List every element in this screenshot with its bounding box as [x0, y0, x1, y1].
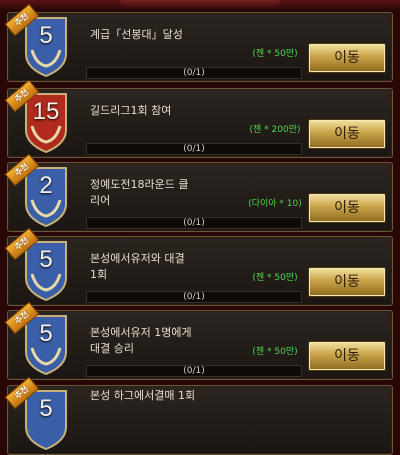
progress-text: (0/1)	[183, 68, 205, 78]
quest-row: 5 추천 계급「선봉대」달성 (젠 * 50만) (0/1) 이동	[4, 3, 393, 82]
quest-title-line-2: 리어	[90, 194, 111, 207]
quest-title: 본성에서유저 1명에게 대결 승리	[90, 325, 240, 357]
quest-row: 5 추천 본성에서유저와 대결 1회 (젠 * 50만) (0/1) 이동	[4, 227, 393, 306]
quest-title-line-1: 길드리그1회 참여	[90, 104, 172, 117]
progress-text: (0/1)	[183, 366, 205, 376]
reward-text: (젠 * 50만)	[252, 49, 298, 59]
rank-emblem: 5 추천	[4, 376, 78, 451]
quest-title: 본성에서유저와 대결 1회	[90, 251, 240, 283]
progress-bar: (0/1)	[86, 365, 302, 377]
progress-bar: (0/1)	[86, 143, 302, 155]
quest-title-line-1: 정예도전18라운드 클	[90, 178, 189, 191]
quest-title: 길드리그1회 참여	[90, 103, 240, 119]
progress-text: (0/1)	[183, 218, 205, 228]
progress-bar: (0/1)	[86, 291, 302, 303]
quest-title-line-2: 대결 승리	[90, 342, 134, 355]
quest-row: 15 추천 길드리그1회 참여 (젠 * 200만) (0/1) 이동	[4, 79, 393, 158]
quest-title: 정예도전18라운드 클 리어	[90, 177, 240, 209]
quest-list: 5 추천 계급「선봉대」달성 (젠 * 50만) (0/1) 이동 15 추천 …	[0, 0, 400, 455]
reward-text: (다이아 * 10)	[248, 199, 302, 209]
progress-bar: (0/1)	[86, 217, 302, 229]
quest-title-line-1: 본성에서유저와 대결	[90, 252, 185, 265]
move-button[interactable]: 이동	[308, 119, 386, 149]
reward-text: (젠 * 50만)	[252, 273, 298, 283]
rank-emblem: 2 추천	[4, 153, 78, 228]
move-button[interactable]: 이동	[308, 267, 386, 297]
quest-row: 2 추천 정예도전18라운드 클 리어 (다이아 * 10) (0/1) 이동	[4, 153, 393, 232]
progress-text: (0/1)	[183, 144, 205, 154]
quest-title: 본성 하그에서결매 1회	[90, 388, 240, 404]
quest-row: 5 추천 본성에서유저 1명에게 대결 승리 (젠 * 50만) (0/1) 이…	[4, 301, 393, 380]
quest-row: 5 추천 본성 하그에서결매 1회	[4, 376, 393, 455]
move-button[interactable]: 이동	[308, 43, 386, 73]
rank-emblem: 5 추천	[4, 3, 78, 78]
progress-text: (0/1)	[183, 292, 205, 302]
quest-title: 계급「선봉대」달성	[90, 27, 240, 43]
quest-title-line-2: 1회	[90, 268, 108, 281]
quest-title-line-1: 계급「선봉대」달성	[90, 28, 183, 41]
rank-emblem: 5 추천	[4, 301, 78, 376]
quest-title-line-1: 본성에서유저 1명에게	[90, 326, 192, 339]
quest-title-line-1: 본성 하그에서결매 1회	[90, 389, 196, 402]
rank-emblem: 15 추천	[4, 79, 78, 154]
progress-bar: (0/1)	[86, 67, 302, 79]
reward-text: (젠 * 50만)	[252, 347, 298, 357]
move-button[interactable]: 이동	[308, 193, 386, 223]
reward-text: (젠 * 200만)	[249, 125, 301, 135]
move-button[interactable]: 이동	[308, 341, 386, 371]
rank-emblem: 5 추천	[4, 227, 78, 302]
